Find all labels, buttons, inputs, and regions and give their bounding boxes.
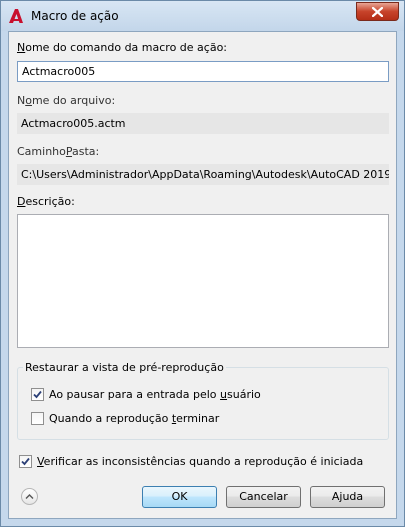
path-field: C:\Users\Administrador\AppData\Roaming\A… — [17, 164, 389, 185]
command-name-input[interactable]: Actmacro005 — [17, 61, 389, 82]
cancel-button[interactable]: Cancelar — [226, 486, 301, 508]
description-textarea[interactable] — [17, 214, 389, 348]
help-button[interactable]: Ajuda — [310, 486, 385, 508]
window-title: Macro de ação — [31, 9, 119, 23]
close-button[interactable] — [356, 2, 399, 21]
check-icon — [33, 390, 42, 399]
pause-option-label: Ao pausar para a entrada pelo usuário — [49, 388, 261, 401]
path-label: CaminhoPasta: — [17, 145, 100, 158]
restore-view-group-title: Restaurar a vista de pré-reprodução — [23, 361, 226, 374]
end-checkbox[interactable] — [31, 412, 44, 425]
dialog-client: Nome do comando da macro de ação: Actmac… — [8, 31, 397, 519]
command-name-label: Nome do comando da macro de ação: — [17, 41, 228, 54]
ok-button[interactable]: OK — [142, 486, 217, 508]
description-label: Descrição: — [17, 195, 75, 208]
dialog-window: Macro de ação Nome do comando da macro d… — [0, 0, 405, 527]
pause-checkbox[interactable] — [31, 388, 44, 401]
expand-button[interactable] — [21, 488, 38, 505]
autocad-icon — [8, 8, 24, 24]
file-name-label: Nome do arquivo: — [17, 94, 116, 107]
verify-checkbox[interactable] — [19, 455, 32, 468]
restore-view-group — [17, 367, 389, 440]
verify-option-label: Verificar as inconsistências quando a re… — [37, 455, 364, 468]
close-icon — [372, 7, 383, 17]
file-name-field: Actmacro005.actm — [17, 113, 389, 134]
check-icon — [21, 457, 30, 466]
end-option-label: Quando a reprodução terminar — [49, 412, 220, 425]
chevron-up-icon — [25, 494, 34, 499]
title-bar[interactable]: Macro de ação — [1, 1, 404, 31]
